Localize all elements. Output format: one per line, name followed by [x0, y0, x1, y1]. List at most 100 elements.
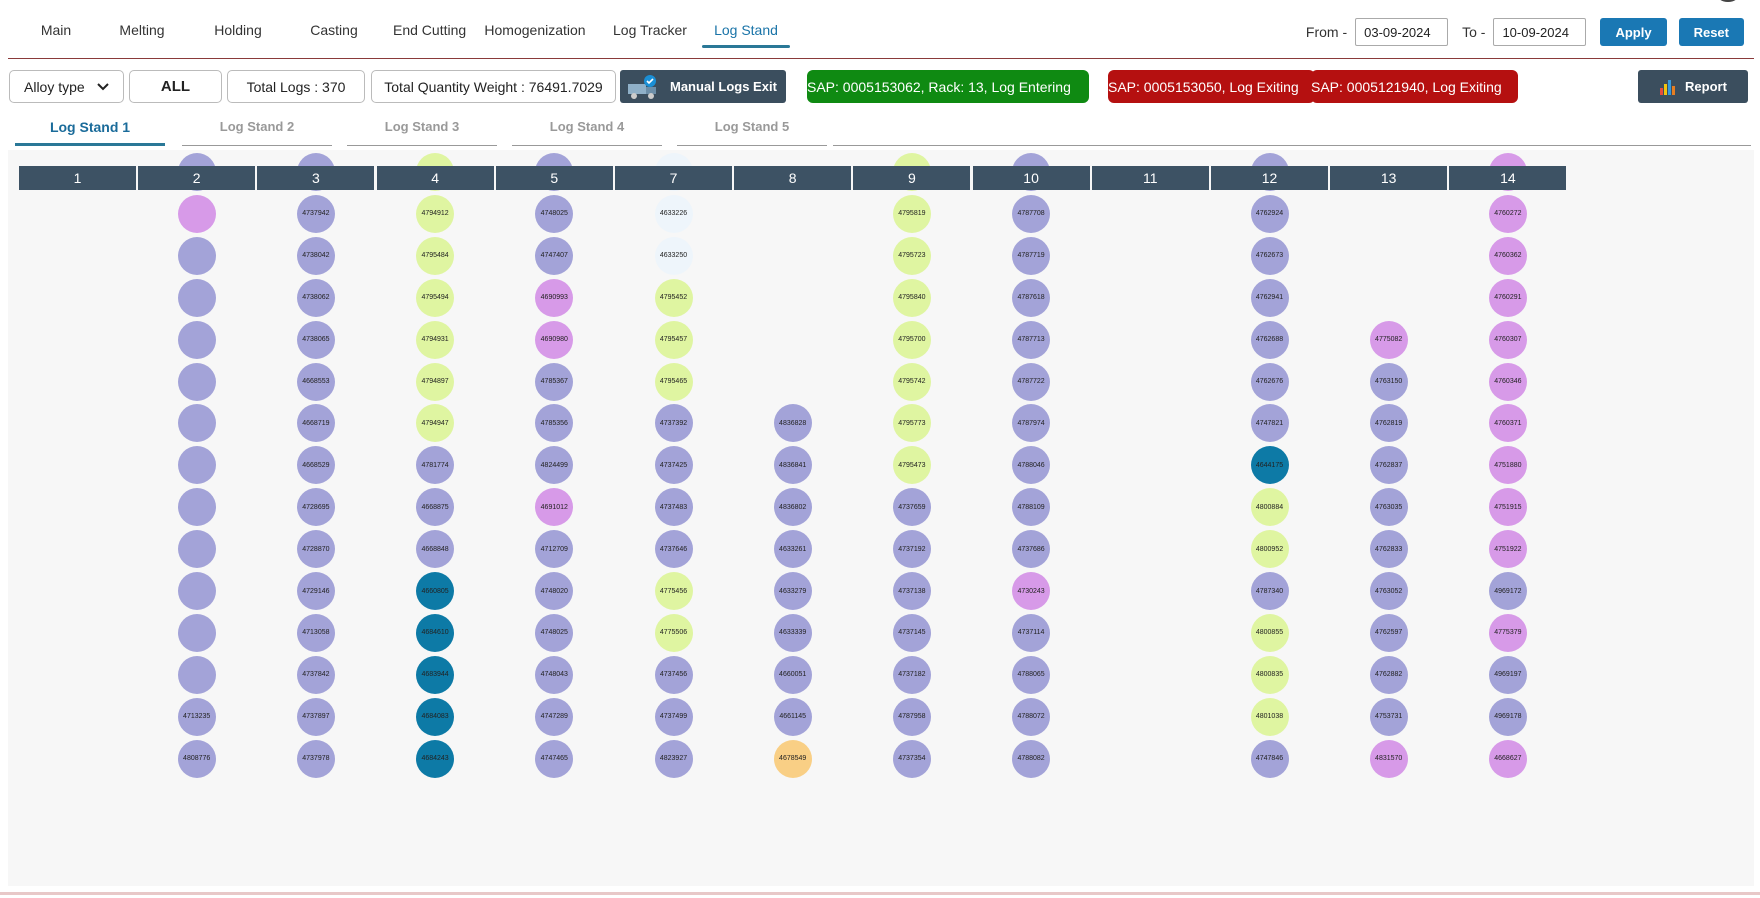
reset-button[interactable]: Reset — [1678, 18, 1744, 46]
log-circle[interactable]: 4762833 — [1369, 530, 1408, 569]
log-circle[interactable]: 4762688 — [1250, 320, 1289, 359]
log-circle[interactable]: 4801038 — [1250, 697, 1289, 736]
log-circle[interactable]: 4644175 — [1250, 446, 1289, 485]
log-circle[interactable]: 4684610 — [416, 613, 455, 652]
log-circle[interactable]: 4785367 — [535, 362, 574, 401]
log-circle[interactable]: 4760291 — [1488, 278, 1527, 317]
log-circle[interactable]: 4787713 — [1012, 320, 1051, 359]
log-circle[interactable]: 4787958 — [892, 697, 931, 736]
log-circle[interactable]: 4787722 — [1012, 362, 1051, 401]
log-circle[interactable]: 4729146 — [296, 572, 335, 610]
alloy-selected-value[interactable]: ALL — [129, 70, 222, 103]
log-circle[interactable] — [177, 404, 216, 443]
log-circle[interactable]: 4800855 — [1250, 613, 1289, 652]
log-circle[interactable]: 4738065 — [296, 320, 335, 359]
log-circle[interactable]: 4747407 — [535, 236, 574, 275]
log-circle[interactable]: 4788072 — [1012, 697, 1051, 736]
log-circle[interactable]: 4794897 — [416, 362, 455, 401]
log-circle[interactable]: 4762673 — [1250, 236, 1289, 275]
log-circle[interactable]: 4737114 — [1012, 613, 1051, 652]
log-circle[interactable] — [177, 320, 216, 359]
log-circle[interactable]: 4751922 — [1488, 530, 1527, 569]
user-avatar-icon[interactable] — [1716, 0, 1740, 2]
log-circle[interactable]: 4836828 — [773, 404, 812, 443]
manual-logs-exit-button[interactable]: Manual Logs Exit — [620, 70, 786, 103]
log-circle[interactable]: 4969178 — [1488, 697, 1527, 736]
log-circle[interactable]: 4823927 — [654, 739, 693, 778]
log-circle[interactable] — [177, 194, 216, 233]
log-circle[interactable]: 4795773 — [892, 404, 931, 443]
tab-main[interactable]: Main — [18, 0, 94, 58]
log-circle[interactable]: 4737425 — [654, 446, 693, 485]
log-circle[interactable]: 4668627 — [1488, 739, 1527, 778]
log-circle[interactable]: 4788109 — [1012, 488, 1051, 527]
log-circle[interactable] — [177, 530, 216, 569]
tab-log-stand-2[interactable]: Log Stand 2 — [182, 116, 332, 146]
log-circle[interactable]: 4737392 — [654, 404, 693, 443]
log-circle[interactable]: 4753731 — [1369, 697, 1408, 736]
log-circle[interactable]: 4737456 — [654, 655, 693, 694]
log-circle[interactable]: 4737659 — [892, 488, 931, 527]
log-circle[interactable]: 4831570 — [1369, 739, 1408, 778]
log-circle[interactable]: 4668529 — [296, 446, 335, 485]
log-circle[interactable]: 4668719 — [296, 404, 335, 443]
log-circle[interactable] — [177, 278, 216, 317]
log-circle[interactable] — [177, 613, 216, 652]
log-circle[interactable]: 4683944 — [416, 655, 455, 694]
tab-log-stand-5[interactable]: Log Stand 5 — [677, 116, 827, 146]
log-circle[interactable]: 4760272 — [1488, 194, 1527, 233]
log-circle[interactable]: 4633339 — [773, 613, 812, 652]
log-circle[interactable]: 4737686 — [1012, 530, 1051, 569]
log-circle[interactable]: 4787618 — [1012, 278, 1051, 317]
log-circle[interactable]: 4795723 — [892, 236, 931, 275]
log-circle[interactable]: 4762882 — [1369, 655, 1408, 694]
log-circle[interactable]: 4668553 — [296, 362, 335, 401]
from-date-input[interactable] — [1355, 18, 1449, 46]
log-circle[interactable]: 4760371 — [1488, 404, 1527, 443]
tab-end-cutting[interactable]: End Cutting — [382, 0, 468, 58]
log-circle[interactable]: 4678549 — [773, 739, 812, 778]
log-circle[interactable]: 4795819 — [892, 194, 931, 233]
log-circle[interactable]: 4713058 — [296, 613, 335, 652]
log-circle[interactable]: 4787708 — [1012, 194, 1051, 233]
tab-log-stand-1[interactable]: Log Stand 1 — [15, 116, 165, 146]
log-circle[interactable]: 4969197 — [1488, 655, 1527, 694]
log-circle[interactable]: 4747846 — [1250, 739, 1289, 778]
log-circle[interactable]: 4795465 — [654, 362, 693, 401]
log-circle[interactable]: 4795473 — [892, 446, 931, 485]
tab-melting[interactable]: Melting — [94, 0, 190, 58]
log-circle[interactable]: 4737978 — [296, 739, 335, 778]
alloy-type-dropdown[interactable]: Alloy type — [9, 70, 124, 103]
log-circle[interactable]: 4795452 — [654, 278, 693, 317]
tab-log-stand[interactable]: Log Stand — [696, 0, 796, 58]
log-circle[interactable]: 4795840 — [892, 278, 931, 317]
log-circle[interactable]: 4800884 — [1250, 488, 1289, 527]
log-circle[interactable]: 4824499 — [535, 446, 574, 485]
log-circle[interactable]: 4660051 — [773, 655, 812, 694]
log-circle[interactable]: 4775506 — [654, 613, 693, 652]
tab-homogenization[interactable]: Homogenization — [468, 0, 602, 58]
log-circle[interactable]: 4836802 — [773, 488, 812, 527]
log-circle[interactable]: 4751880 — [1488, 446, 1527, 485]
log-circle[interactable]: 4785356 — [535, 404, 574, 443]
log-circle[interactable]: 4787340 — [1250, 572, 1289, 610]
log-circle[interactable]: 4781774 — [416, 446, 455, 485]
log-circle[interactable]: 4808776 — [177, 739, 216, 778]
log-circle[interactable]: 4762819 — [1369, 404, 1408, 443]
log-circle[interactable]: 4775082 — [1369, 320, 1408, 359]
log-circle[interactable]: 4788065 — [1012, 655, 1051, 694]
tab-casting[interactable]: Casting — [286, 0, 382, 58]
log-circle[interactable]: 4763052 — [1369, 572, 1408, 610]
log-circle[interactable]: 4738042 — [296, 236, 335, 275]
log-circle[interactable]: 4800952 — [1250, 530, 1289, 569]
log-circle[interactable]: 4728870 — [296, 530, 335, 569]
log-circle[interactable]: 4633279 — [773, 572, 812, 610]
apply-button[interactable]: Apply — [1600, 18, 1667, 46]
log-circle[interactable]: 4737354 — [892, 739, 931, 778]
log-circle[interactable]: 4713235 — [177, 697, 216, 736]
log-circle[interactable]: 4737192 — [892, 530, 931, 569]
log-circle[interactable]: 4737483 — [654, 488, 693, 527]
log-circle[interactable]: 4794947 — [416, 404, 455, 443]
log-circle[interactable]: 4748020 — [535, 572, 574, 610]
log-circle[interactable]: 4760362 — [1488, 236, 1527, 275]
